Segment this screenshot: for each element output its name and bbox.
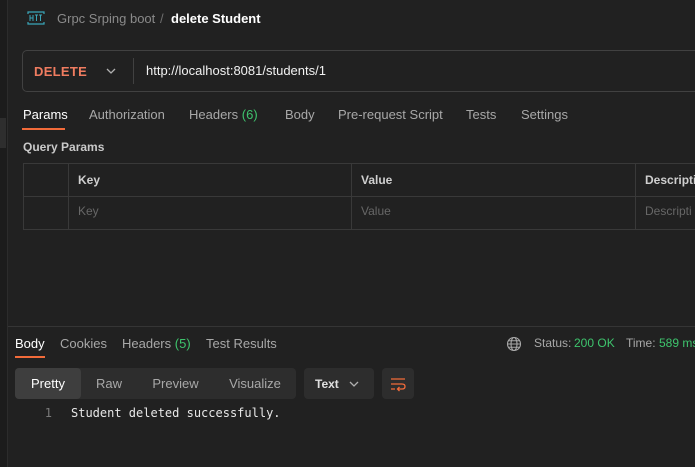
response-tab-headers[interactable]: Headers (5) [122,336,191,351]
response-body-line: Student deleted successfully. [71,406,281,420]
active-response-tab-indicator [15,356,45,358]
tab-body[interactable]: Body [285,107,315,122]
response-pane-divider[interactable] [8,326,695,327]
response-tab-cookies[interactable]: Cookies [60,336,107,351]
param-description-input[interactable]: Descripti [645,204,692,218]
line-number: 1 [44,406,52,420]
status-code[interactable]: 200 OK [574,336,615,350]
column-header-value: Value [361,173,393,187]
url-input[interactable]: http://localhost:8081/students/1 [146,63,326,78]
status-label: Status: [534,336,572,350]
tab-headers-label: Headers [189,107,239,122]
format-raw-button[interactable]: Raw [81,368,137,399]
query-params-title: Query Params [23,140,105,154]
wrap-lines-icon [391,378,406,392]
active-tab-indicator [22,128,65,130]
breadcrumb-separator: / [160,11,164,26]
tab-params[interactable]: Params [23,107,68,122]
chevron-down-icon[interactable] [105,65,117,77]
url-bar [22,50,695,92]
param-key-input[interactable]: Key [78,204,99,218]
chevron-down-icon [349,381,359,387]
tab-authorization[interactable]: Authorization [89,107,165,122]
request-title[interactable]: delete Student [171,11,261,26]
column-header-description: Descripti [645,173,695,187]
format-pretty-button[interactable]: Pretty [15,368,81,399]
tab-tests[interactable]: Tests [466,107,496,122]
tab-headers[interactable]: Headers (6) [189,107,258,122]
breadcrumb-collection[interactable]: Grpc Srping boot [57,11,155,26]
time-label: Time: [626,336,656,350]
format-visualize-button[interactable]: Visualize [214,368,296,399]
http-request-icon [27,11,45,25]
response-type-label: Text [315,377,339,391]
column-header-key: Key [78,173,101,187]
left-sidebar-strip [0,0,8,467]
response-tab-body[interactable]: Body [15,336,45,351]
format-preview-button[interactable]: Preview [137,368,214,399]
url-divider [133,58,134,84]
response-tab-headers-label: Headers [122,336,172,351]
method-select[interactable]: DELETE [34,64,87,79]
table-row-divider [23,196,695,197]
tab-pre-request-script[interactable]: Pre-request Script [338,107,443,122]
headers-count-badge: (6) [241,107,258,122]
tab-settings[interactable]: Settings [521,107,568,122]
globe-icon[interactable] [506,336,522,352]
response-tab-test-results[interactable]: Test Results [206,336,277,351]
param-value-input[interactable]: Value [361,204,391,218]
response-time[interactable]: 589 ms [659,336,695,350]
response-headers-count-badge: (5) [174,336,191,351]
sidebar-collapse-handle[interactable] [0,118,6,148]
